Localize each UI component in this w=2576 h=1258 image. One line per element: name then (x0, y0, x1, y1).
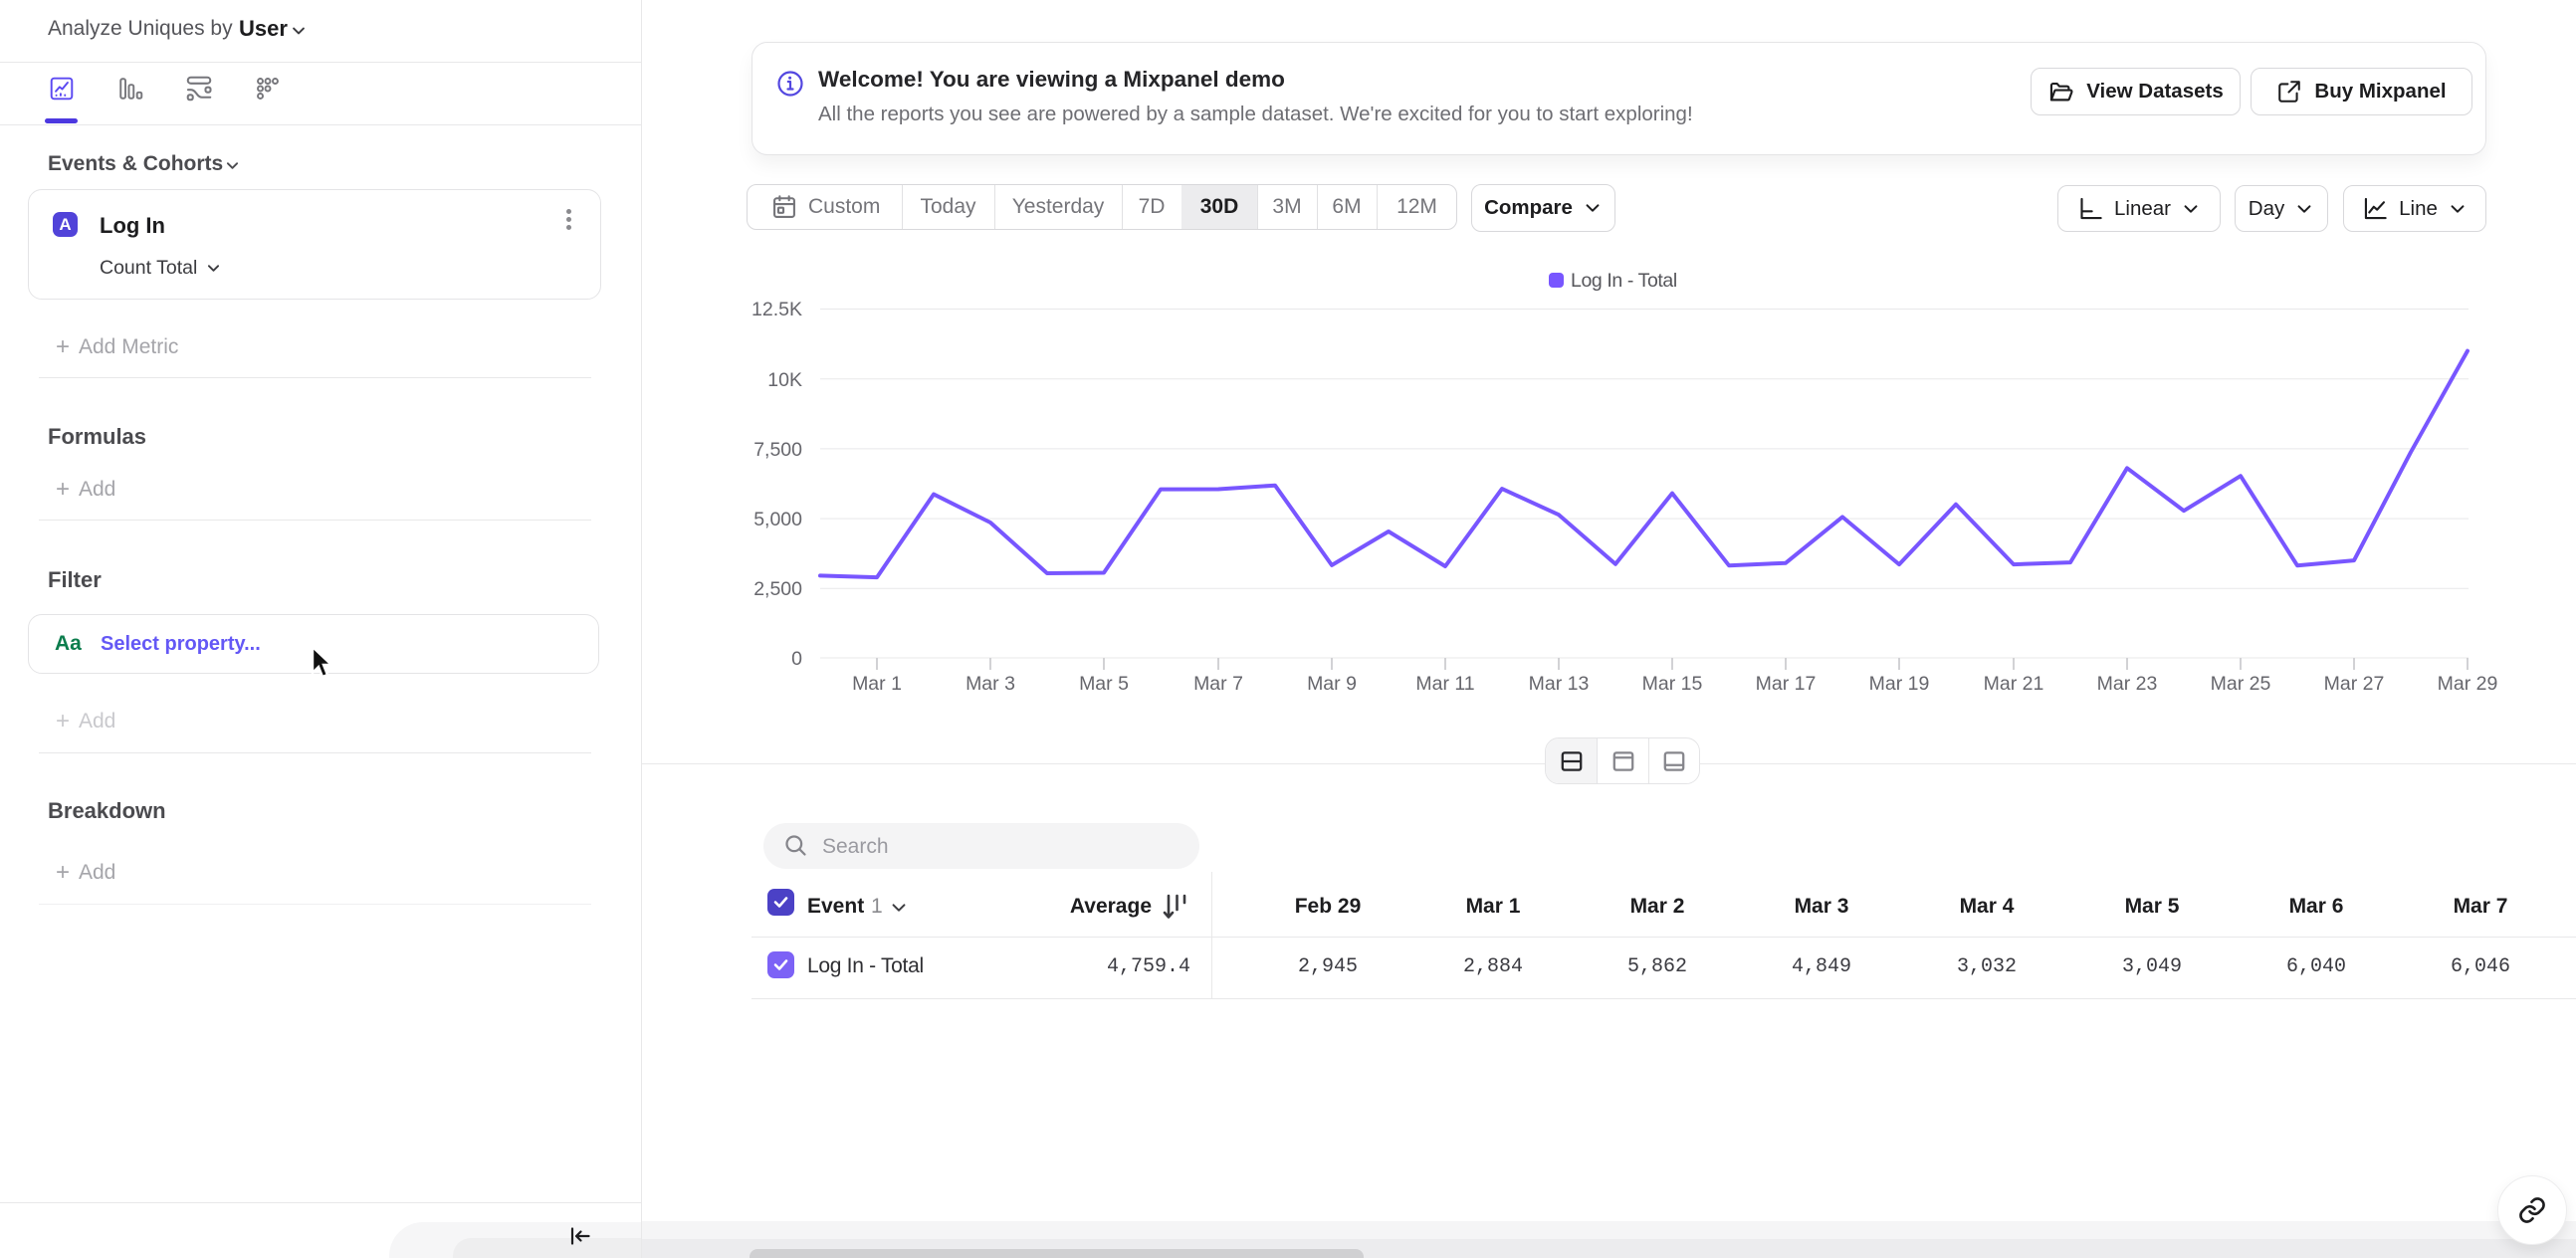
svg-text:Mar 11: Mar 11 (1415, 673, 1474, 695)
svg-text:Mar 27: Mar 27 (2324, 673, 2385, 695)
svg-text:Mar 29: Mar 29 (2438, 673, 2498, 695)
svg-text:Mar 5: Mar 5 (1079, 673, 1129, 695)
svg-text:Mar 3: Mar 3 (966, 673, 1015, 695)
svg-text:Mar 19: Mar 19 (1869, 673, 1930, 695)
svg-text:Mar 7: Mar 7 (1193, 673, 1243, 695)
svg-text:10K: 10K (767, 369, 802, 391)
svg-text:Mar 21: Mar 21 (1984, 673, 2044, 695)
svg-text:Mar 23: Mar 23 (2097, 673, 2158, 695)
svg-text:7,500: 7,500 (753, 439, 802, 461)
svg-text:Mar 13: Mar 13 (1529, 673, 1590, 695)
svg-text:0: 0 (791, 648, 802, 670)
svg-text:12.5K: 12.5K (751, 299, 802, 320)
svg-text:5,000: 5,000 (753, 509, 802, 530)
svg-text:Mar 9: Mar 9 (1307, 673, 1357, 695)
svg-text:Mar 1: Mar 1 (852, 673, 902, 695)
svg-text:Mar 17: Mar 17 (1756, 673, 1817, 695)
svg-text:2,500: 2,500 (753, 578, 802, 600)
svg-text:Mar 15: Mar 15 (1642, 673, 1703, 695)
svg-text:Mar 25: Mar 25 (2211, 673, 2271, 695)
